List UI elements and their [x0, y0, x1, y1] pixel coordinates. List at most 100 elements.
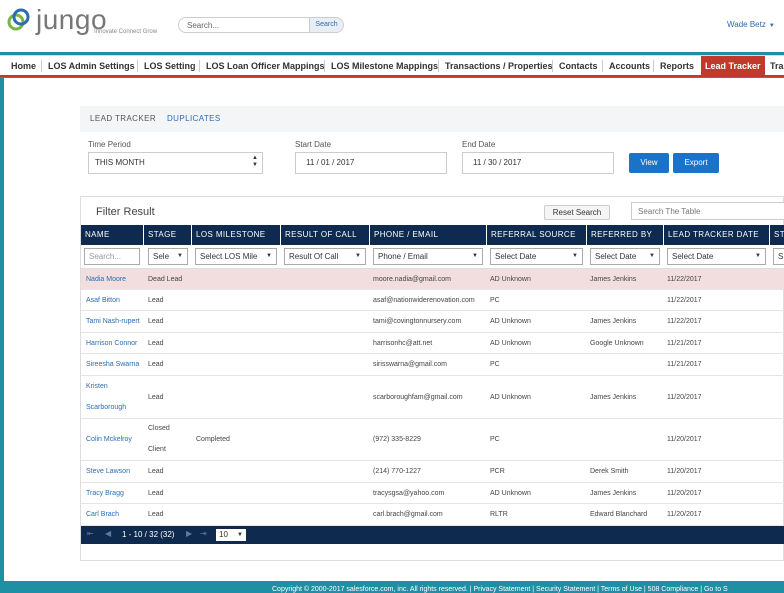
row-referred-by: Google Unknown — [590, 340, 644, 347]
column-header-lead-tracker-date[interactable]: LEAD TRACKER DATE — [664, 225, 759, 245]
lead-date-filter-select[interactable]: Select Date ▼ — [667, 248, 766, 265]
dropdown-arrow-icon: ▼ — [237, 532, 243, 538]
filter-result-panel: Filter Result Reset Search NAME STAGE LO… — [80, 196, 784, 561]
user-menu[interactable]: Wade Betz ▼ — [727, 20, 775, 29]
time-period-label: Time Period — [88, 140, 131, 149]
first-page-icon[interactable]: ⇤ — [87, 529, 94, 538]
row-referral-source: AD Unknown — [490, 276, 531, 283]
nav-item-home[interactable]: Home — [11, 56, 36, 76]
global-search-button[interactable]: Search — [309, 18, 343, 32]
row-name-link[interactable]: Asaf Bitton — [86, 297, 120, 304]
table-row[interactable]: Tami Nash-rupert Lead tami@covingtonnurs… — [81, 311, 784, 333]
jungo-logo-icon — [7, 8, 30, 31]
table-row[interactable]: Sireesha Swarna Lead sirisswarna@gmail.c… — [81, 354, 784, 376]
tab-lead-tracker[interactable]: LEAD TRACKER — [90, 114, 156, 123]
jungo-logo[interactable]: jungo Innovate Connect Grow — [6, 4, 166, 38]
stage-filter-value: Sele — [153, 252, 170, 261]
nav-separator — [199, 60, 200, 72]
nav-item-accounts[interactable]: Accounts — [609, 56, 650, 76]
nav-separator — [324, 60, 325, 72]
row-referred-by: James Jenkins — [590, 318, 637, 325]
table-pager: ⇤ ◀ 1 - 10 / 32 (32) ▶ ⇥ 10 ▼ — [81, 526, 784, 544]
column-header-name[interactable]: NAME — [81, 225, 110, 245]
phone-email-filter-select[interactable]: Phone / Email ▼ — [373, 248, 483, 265]
stage-filter-select[interactable]: Sele ▼ — [148, 248, 188, 265]
nav-item-truncated[interactable]: Tra — [770, 56, 784, 76]
end-date-label: End Date — [462, 140, 496, 149]
nav-item-los-milestone-mappings[interactable]: LOS Milestone Mappings — [331, 56, 438, 76]
nav-item-transactions[interactable]: Transactions / Properties — [445, 56, 553, 76]
column-header-truncated[interactable]: ST — [770, 225, 784, 245]
row-referred-by: James Jenkins — [590, 276, 637, 283]
table-row[interactable]: Kristen Scarborough Lead scarboroughfam@… — [81, 376, 784, 419]
row-contact: (972) 335-8229 — [373, 436, 421, 443]
row-name-link[interactable]: Harrison Connor — [86, 340, 137, 347]
column-header-result-of-call[interactable]: RESULT OF CALL — [281, 225, 357, 245]
row-name-link[interactable]: Sireesha Swarna — [86, 361, 139, 368]
milestone-filter-value: Select LOS Mile — [200, 252, 258, 261]
page-size-select[interactable]: 10 ▼ — [216, 529, 246, 541]
prev-page-icon[interactable]: ◀ — [105, 529, 111, 538]
global-search-input[interactable] — [179, 18, 311, 32]
result-filter-select[interactable]: Result Of Call ▼ — [284, 248, 366, 265]
row-name-link[interactable]: Carl Brach — [86, 511, 119, 518]
table-row[interactable]: Colin Mckelroy Closed Client Completed (… — [81, 419, 784, 461]
dropdown-arrow-icon: ▼ — [177, 253, 183, 259]
milestone-filter-select[interactable]: Select LOS Mile ▼ — [195, 248, 277, 265]
row-name-link-line2[interactable]: Scarborough — [86, 404, 126, 411]
name-filter-input[interactable]: Search... — [84, 248, 140, 265]
table-row[interactable]: Carl Brach Lead carl.brach@gmail.com RLT… — [81, 504, 784, 526]
page-size-value: 10 — [219, 530, 228, 539]
nav-item-lead-tracker[interactable]: Lead Tracker — [701, 56, 765, 76]
user-name: Wade Betz — [727, 20, 766, 29]
row-name-link[interactable]: Nadia Moore — [86, 276, 126, 283]
table-filter-row: Search... Sele ▼ Select LOS Mile ▼ Result … — [81, 245, 784, 269]
nav-item-los-loan-officer-mappings[interactable]: LOS Loan Officer Mappings — [206, 56, 325, 76]
nav-item-contacts[interactable]: Contacts — [559, 56, 598, 76]
row-referral-source: PC — [490, 436, 500, 443]
column-header-stage[interactable]: STAGE — [144, 225, 177, 245]
row-name-link[interactable]: Steve Lawson — [86, 468, 130, 475]
nav-item-reports[interactable]: Reports — [660, 56, 694, 76]
table-row[interactable]: Asaf Bitton Lead asaf@nationwiderenovati… — [81, 290, 784, 311]
main-nav: Home LOS Admin Settings LOS Setting LOS … — [0, 55, 784, 77]
nav-item-los-admin-settings[interactable]: LOS Admin Settings — [48, 56, 135, 76]
dropdown-arrow-icon: ▼ — [649, 253, 655, 259]
row-referral-source: RLTR — [490, 511, 508, 518]
last-page-icon[interactable]: ⇥ — [200, 529, 207, 538]
time-period-value: THIS MONTH — [95, 158, 145, 167]
row-referral-source: PC — [490, 361, 500, 368]
column-header-los-milestone[interactable]: LOS MILESTONE — [192, 225, 266, 245]
row-stage: Lead — [148, 297, 164, 304]
table-row[interactable]: Steve Lawson Lead (214) 770-1227 PCR Der… — [81, 461, 784, 483]
row-name-link[interactable]: Tami Nash-rupert — [86, 318, 140, 325]
row-name-link[interactable]: Tracy Bragg — [86, 490, 124, 497]
top-bar: jungo Innovate Connect Grow Search Wade … — [0, 0, 784, 52]
referred-by-date-filter-select[interactable]: Select Date ▼ — [590, 248, 660, 265]
table-row[interactable]: Nadia Moore Dead Lead moore.nadia@gmail.… — [81, 269, 784, 290]
table-row[interactable]: Tracy Bragg Lead tracysgsa@yahoo.com AD … — [81, 483, 784, 504]
tab-duplicates[interactable]: DUPLICATES — [167, 114, 221, 123]
reset-search-button[interactable]: Reset Search — [544, 205, 610, 220]
export-button[interactable]: Export — [673, 153, 719, 173]
end-date-value: 11 / 30 / 2017 — [473, 158, 522, 167]
nav-item-los-setting[interactable]: LOS Setting — [144, 56, 196, 76]
row-name-link[interactable]: Colin Mckelroy — [86, 436, 132, 443]
row-name-link[interactable]: Kristen — [86, 383, 108, 390]
truncated-filter-select[interactable]: S — [773, 248, 784, 265]
row-contact: moore.nadia@gmail.com — [373, 276, 451, 283]
dropdown-arrow-icon: ▼ — [755, 253, 761, 259]
next-page-icon[interactable]: ▶ — [186, 529, 192, 538]
table-search-input[interactable] — [631, 202, 784, 220]
time-period-select[interactable]: THIS MONTH ▲ ▼ — [88, 152, 263, 174]
referral-date-filter-select[interactable]: Select Date ▼ — [490, 248, 583, 265]
nav-separator — [552, 60, 553, 72]
end-date-input[interactable]: 11 / 30 / 2017 — [462, 152, 614, 174]
dropdown-arrow-icon: ▼ — [266, 253, 272, 259]
start-date-input[interactable]: 11 / 01 / 2017 — [295, 152, 447, 174]
table-row[interactable]: Harrison Connor Lead harrisonhc@att.net … — [81, 333, 784, 354]
column-header-referral-source[interactable]: REFERRAL SOURCE — [487, 225, 576, 245]
column-header-referred-by[interactable]: REFERRED BY — [587, 225, 652, 245]
column-header-phone-email[interactable]: PHONE / EMAIL — [370, 225, 438, 245]
view-button[interactable]: View — [629, 153, 669, 173]
